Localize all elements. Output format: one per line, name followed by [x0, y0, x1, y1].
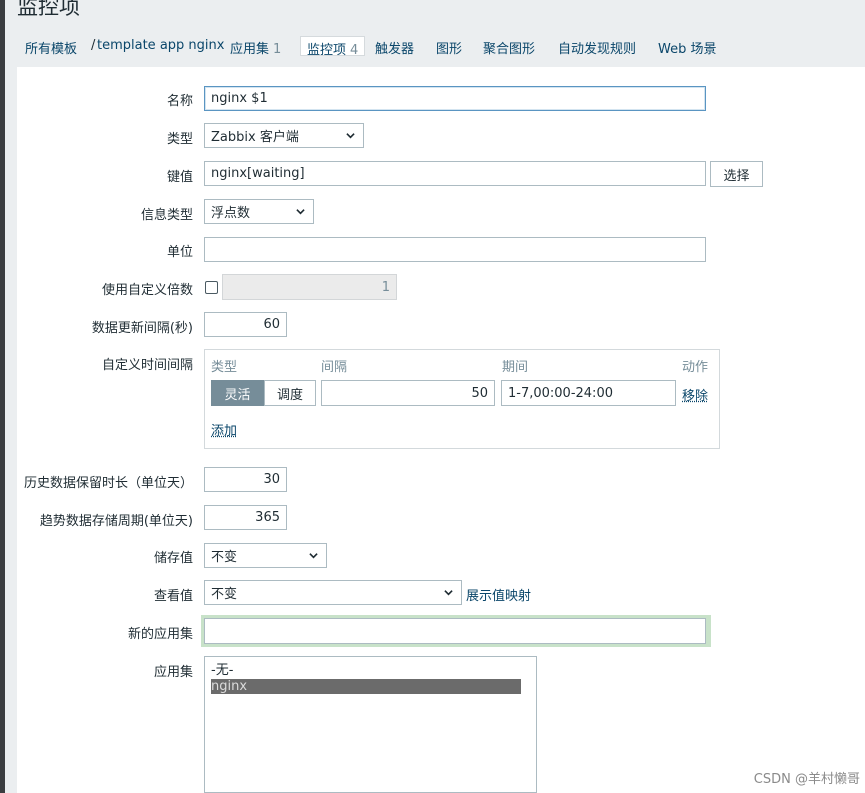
interval-input[interactable]: 60 [204, 312, 287, 337]
key-input[interactable]: nginx[waiting] [204, 161, 706, 186]
type-select-value: Zabbix 客户端 [211, 130, 299, 145]
applications-label: 应用集 [153, 665, 193, 680]
left-sidebar-edge [0, 0, 5, 793]
chevron-down-icon [309, 553, 318, 559]
custom-intervals-label: 自定义时间间隔 [101, 358, 193, 373]
show-value-select[interactable]: 不变 [204, 580, 462, 605]
col-action-header: 动作 [682, 360, 709, 375]
name-label: 名称 [166, 94, 193, 109]
info-type-label: 信息类型 [140, 208, 193, 223]
tab-applications[interactable]: 应用集 1 [230, 38, 281, 57]
breadcrumb-separator: / [91, 38, 96, 53]
multiplier-checkbox[interactable] [205, 281, 218, 294]
tab-triggers[interactable]: 触发器 [375, 38, 414, 57]
history-input[interactable]: 30 [204, 467, 287, 492]
custom-period-input[interactable]: 1-7,00:00-24:00 [501, 380, 676, 406]
custom-interval-input[interactable]: 50 [321, 380, 495, 406]
tab-screens[interactable]: 聚合图形 [483, 38, 535, 57]
nav-template-name[interactable]: template app nginx [97, 38, 224, 53]
chevron-down-icon [444, 590, 453, 596]
type-label: 类型 [166, 132, 193, 147]
tab-web-scenarios[interactable]: Web 场景 [658, 38, 716, 57]
chevron-down-icon [296, 209, 305, 215]
tab-graphs[interactable]: 图形 [436, 38, 462, 57]
tab-items-label: 监控项 [307, 43, 347, 58]
tab-applications-label: 应用集 [230, 42, 270, 57]
multiplier-label: 使用自定义倍数 [101, 283, 193, 298]
new-application-input[interactable] [204, 618, 706, 644]
application-option-nginx[interactable]: nginx [211, 679, 521, 694]
units-label: 单位 [166, 245, 193, 260]
tab-items-active[interactable]: 监控项 4 [300, 36, 365, 58]
key-label: 键值 [166, 170, 193, 185]
name-input[interactable]: nginx $1 [204, 86, 706, 111]
new-application-label: 新的应用集 [127, 627, 193, 642]
trends-input[interactable]: 365 [204, 505, 287, 530]
info-type-select-value: 浮点数 [211, 206, 251, 221]
type-select[interactable]: Zabbix 客户端 [204, 123, 364, 148]
chevron-down-icon [346, 133, 355, 139]
info-type-select[interactable]: 浮点数 [204, 199, 314, 224]
application-option-none[interactable]: -无- [211, 663, 521, 678]
tab-items-count: 4 [350, 43, 359, 58]
multiplier-input: 1 [222, 274, 397, 300]
show-value-mapping-link[interactable]: 展示值映射 [466, 585, 531, 604]
store-value-label: 储存值 [153, 551, 193, 566]
store-value-select-value: 不变 [211, 550, 238, 565]
breadcrumb-nav: 所有模板 / template app nginx 应用集 1 监控项 4 触发器 … [5, 28, 865, 64]
show-value-label: 查看值 [153, 589, 193, 604]
units-input[interactable] [204, 237, 706, 262]
col-type-header: 类型 [211, 360, 238, 375]
store-value-select[interactable]: 不变 [204, 543, 327, 568]
scheduling-toggle[interactable]: 调度 [264, 380, 316, 406]
col-period-header: 期间 [502, 360, 529, 375]
trends-label: 趋势数据存储周期(单位天) [39, 514, 193, 529]
flexible-toggle[interactable]: 灵活 [211, 380, 264, 406]
watermark: CSDN @羊村懒哥 [753, 772, 860, 787]
show-value-select-value: 不变 [211, 587, 238, 602]
interval-label: 数据更新间隔(秒) [91, 321, 193, 336]
nav-all-templates[interactable]: 所有模板 [25, 38, 77, 57]
history-label: 历史数据保留时长（单位天） [23, 476, 193, 491]
add-interval-link[interactable]: 添加 [211, 420, 237, 439]
col-interval-header: 间隔 [321, 360, 348, 375]
tab-discovery-rules[interactable]: 自动发现规则 [558, 38, 636, 57]
remove-interval-link[interactable]: 移除 [682, 385, 708, 404]
tab-applications-count: 1 [273, 42, 282, 57]
applications-listbox[interactable]: -无- nginx [204, 656, 537, 793]
page-title: 监控项 [17, 0, 80, 19]
select-key-button[interactable]: 选择 [710, 161, 763, 187]
